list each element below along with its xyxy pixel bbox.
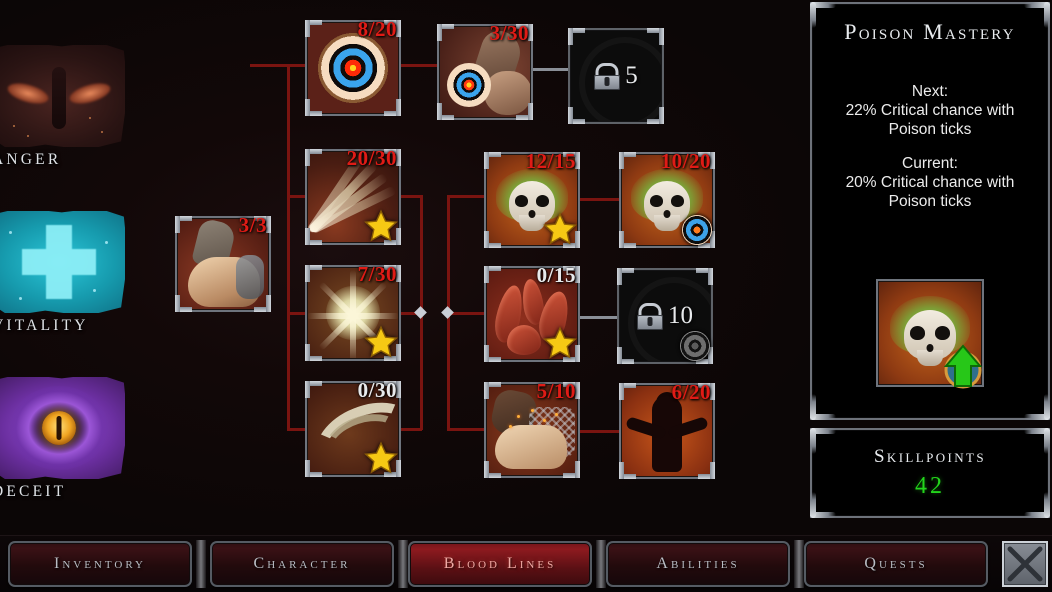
skill-current-description: Current: 20% Critical chance with Poison… <box>820 154 1040 211</box>
skill-node-flaming-skull-b[interactable]: 10/20 <box>619 149 715 248</box>
skillpoints-panel: Skillpoints 42 <box>810 428 1050 518</box>
skill-unlock-requirement: 10 <box>668 302 693 329</box>
connector-diamond <box>414 306 427 319</box>
skill-info-panel: Poison Mastery Next: 22% Critical chance… <box>810 2 1050 420</box>
skill-node-locked-10[interactable]: 10 <box>617 268 713 364</box>
tree-connector <box>287 64 290 430</box>
skill-rank: 7/30 <box>357 262 397 286</box>
skill-title: Poison Mastery <box>844 19 1016 44</box>
padlock-icon <box>594 62 621 90</box>
skill-node-arm-bullseye[interactable]: 3/30 <box>437 21 533 120</box>
skill-node-demon-figure[interactable]: 6/20 <box>619 380 715 479</box>
current-value: 20% Critical chance with Poison ticks <box>845 174 1015 210</box>
skill-node-claw-slash[interactable]: 0/30 <box>305 378 401 477</box>
tab-character[interactable]: Character <box>210 541 394 587</box>
skill-node-flaming-skull-a[interactable]: 12/15 <box>484 149 580 248</box>
panel-corner-ornament <box>1024 394 1050 420</box>
tab-label: Blood Lines <box>443 555 557 572</box>
skill-node-burning-fist[interactable]: 5/10 <box>484 379 580 478</box>
tree-connector <box>287 312 307 315</box>
close-button[interactable] <box>1002 541 1048 587</box>
skill-node-locked-5[interactable]: 5 <box>568 28 664 124</box>
connector-diamond <box>441 306 454 319</box>
tree-connector <box>447 428 487 431</box>
close-icon <box>1007 546 1043 582</box>
tab-label: Abilities <box>656 555 740 572</box>
skill-rank: 20/30 <box>346 146 397 170</box>
skill-rank: 12/15 <box>525 149 576 173</box>
skill-node-poison-burst[interactable]: 7/30 <box>305 262 401 361</box>
tab-label: Character <box>253 555 351 572</box>
skill-tree: 3/3 8/20 3/30 5 20/30 12/15 10/20 7/30 0… <box>0 0 800 530</box>
tab-separator <box>596 540 606 588</box>
bottom-tab-bar: Inventory Character Blood Lines Abilitie… <box>0 535 1052 592</box>
tree-connector <box>287 195 307 198</box>
green-up-arrow-icon[interactable] <box>940 343 986 389</box>
tree-connector <box>400 428 422 431</box>
tab-label: Inventory <box>53 555 147 572</box>
next-label: Next: <box>911 83 949 100</box>
skill-rank: 10/20 <box>660 149 711 173</box>
tree-connector <box>250 64 308 67</box>
tab-separator <box>794 540 804 588</box>
skill-next-description: Next: 22% Critical chance with Poison ti… <box>820 82 1040 139</box>
tree-connector <box>532 68 572 71</box>
tree-connector <box>578 430 622 433</box>
padlock-icon <box>637 302 663 330</box>
tree-connector <box>400 195 422 198</box>
tree-connector <box>287 428 307 431</box>
favorite-star-icon <box>364 325 398 358</box>
tab-abilities[interactable]: Abilities <box>606 541 790 587</box>
skill-node-feather-strike[interactable]: 20/30 <box>305 146 401 245</box>
skill-rank: 5/10 <box>536 379 576 403</box>
skill-node-muscle[interactable]: 3/3 <box>175 213 271 312</box>
skillpoints-value: 42 <box>915 473 945 499</box>
tab-inventory[interactable]: Inventory <box>8 541 192 587</box>
skill-rank: 3/3 <box>238 213 267 237</box>
skill-rank: 8/20 <box>357 17 397 41</box>
tab-separator <box>398 540 408 588</box>
favorite-star-icon <box>364 441 398 474</box>
tab-label: Quests <box>864 555 928 572</box>
skillpoints-label: Skillpoints <box>873 446 987 467</box>
selected-skill-icon[interactable] <box>876 279 986 389</box>
favorite-star-icon <box>543 326 577 359</box>
tab-separator <box>196 540 206 588</box>
skill-rank: 3/30 <box>489 21 529 45</box>
tree-connector <box>447 195 487 198</box>
favorite-star-icon <box>364 209 398 242</box>
skill-node-bullseye[interactable]: 8/20 <box>305 17 401 116</box>
current-label: Current: <box>902 155 958 172</box>
tree-connector <box>400 64 440 67</box>
skill-unlock-requirement: 5 <box>625 62 638 89</box>
panel-corner-ornament <box>810 394 836 420</box>
tab-blood-lines[interactable]: Blood Lines <box>408 541 592 587</box>
tab-quests[interactable]: Quests <box>804 541 988 587</box>
skill-node-blood-drops[interactable]: 0/15 <box>484 263 580 362</box>
skill-rank: 6/20 <box>671 380 711 404</box>
skill-rank: 0/15 <box>536 263 576 287</box>
favorite-star-icon <box>543 212 577 245</box>
active-target-badge-icon <box>682 215 712 245</box>
skill-rank: 0/30 <box>357 378 397 402</box>
next-value: 22% Critical chance with Poison ticks <box>845 102 1015 138</box>
tree-connector <box>578 198 622 201</box>
tree-connector <box>580 316 620 319</box>
